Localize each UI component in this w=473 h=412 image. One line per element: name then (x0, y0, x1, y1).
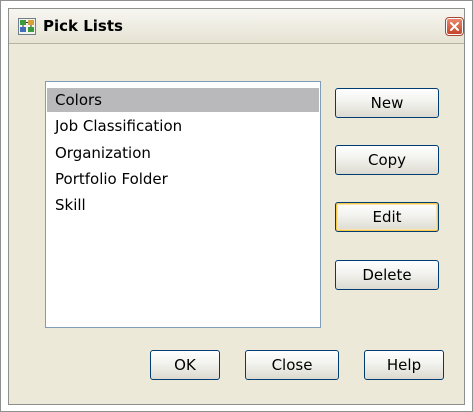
help-button[interactable]: Help (364, 350, 444, 380)
pick-list-icon (18, 18, 36, 35)
title-bar[interactable]: Pick Lists (9, 9, 464, 44)
list-item-organization[interactable]: Organization (47, 141, 319, 165)
close-icon (450, 22, 459, 31)
copy-button[interactable]: Copy (335, 145, 439, 175)
close-window-button[interactable] (445, 17, 464, 36)
list-item-portfolio-folder[interactable]: Portfolio Folder (47, 167, 319, 191)
edit-button[interactable]: Edit (335, 202, 439, 232)
list-item-skill[interactable]: Skill (47, 193, 319, 217)
pick-list-listbox[interactable]: Colors Job Classification Organization P… (45, 81, 321, 328)
screen: Pick Lists Colors Job Classification Org… (0, 0, 473, 412)
delete-button[interactable]: Delete (335, 260, 439, 290)
new-button[interactable]: New (335, 88, 439, 118)
pick-lists-dialog: Pick Lists Colors Job Classification Org… (8, 8, 465, 405)
close-button[interactable]: Close (245, 350, 339, 380)
list-item-colors[interactable]: Colors (47, 88, 319, 112)
ok-button[interactable]: OK (150, 350, 220, 380)
dialog-title: Pick Lists (43, 17, 123, 35)
list-item-job-classification[interactable]: Job Classification (47, 114, 319, 138)
